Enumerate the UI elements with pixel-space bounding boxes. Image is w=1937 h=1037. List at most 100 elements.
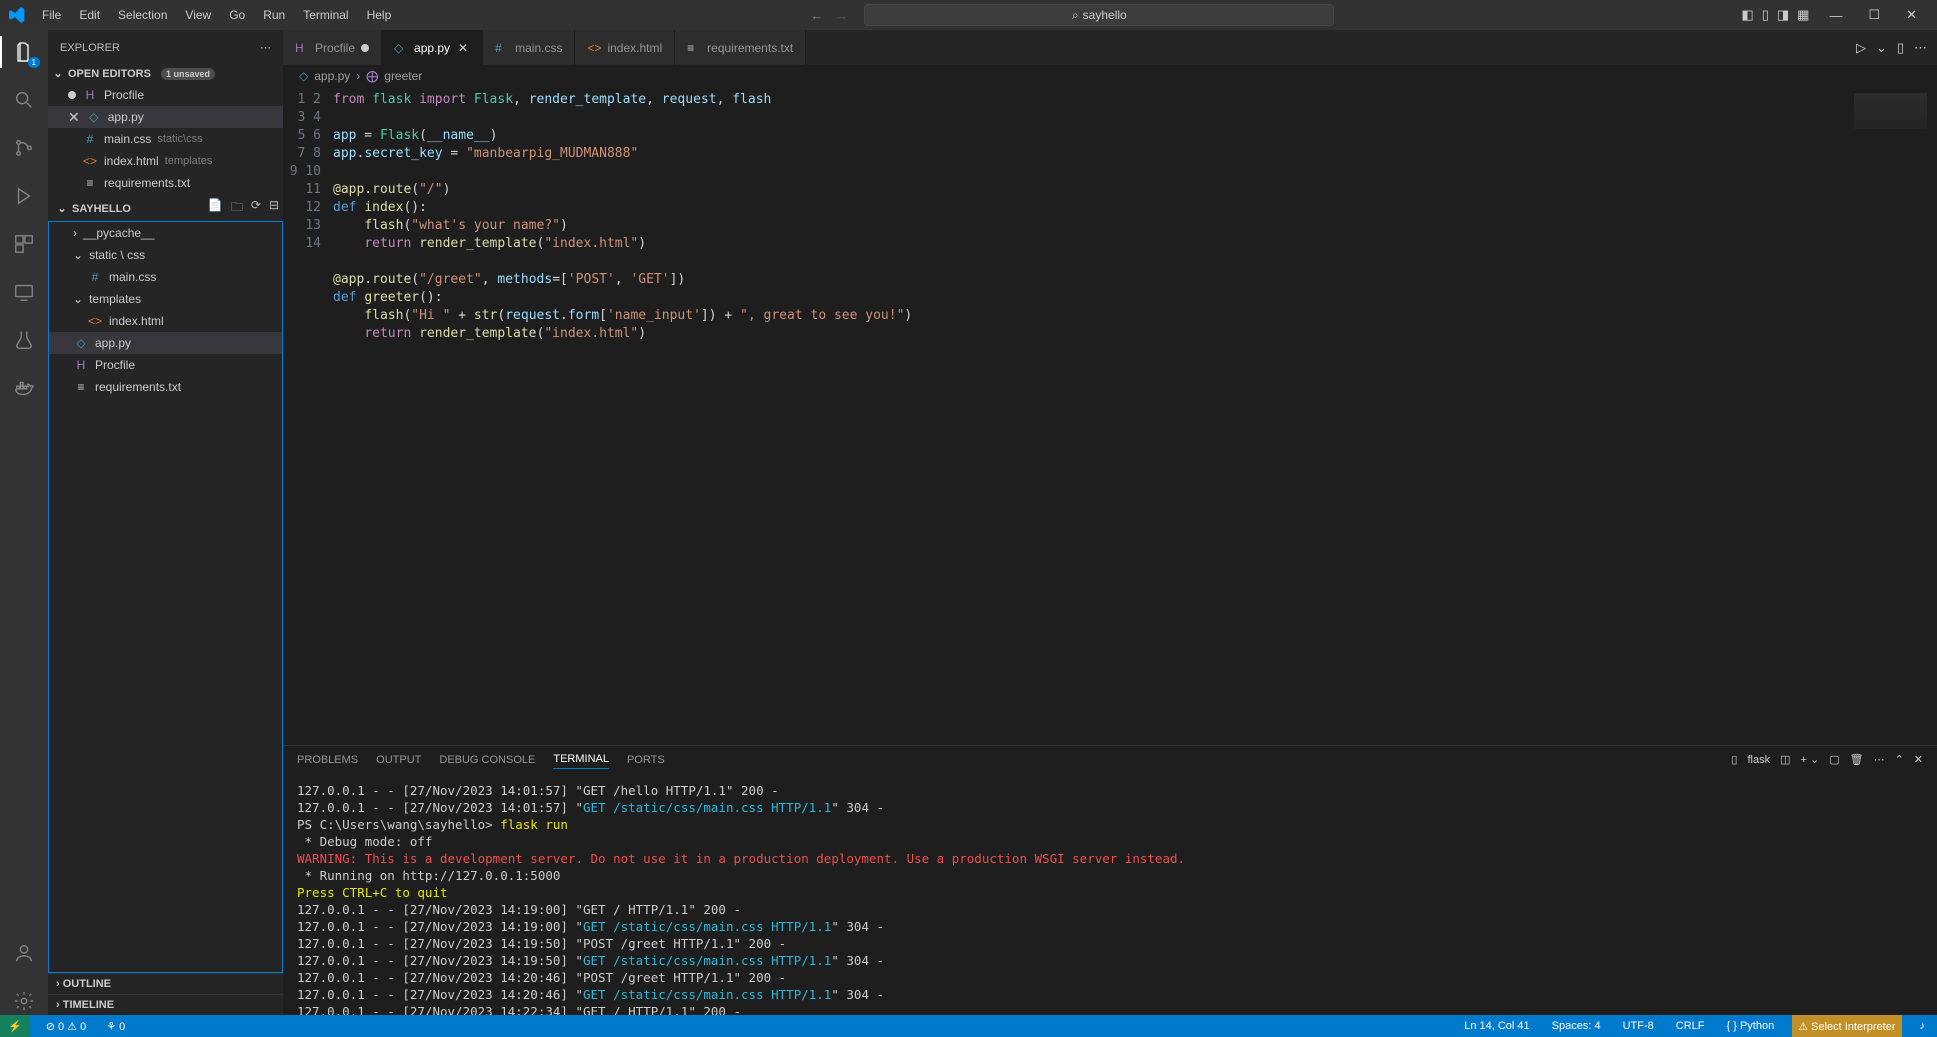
tab-app-py[interactable]: ◇app.py✕ xyxy=(382,30,483,65)
file-item[interactable]: <>index.html xyxy=(49,310,282,332)
nav-arrows: ← → xyxy=(806,4,852,27)
menu-run[interactable]: Run xyxy=(255,4,293,26)
new-folder-icon[interactable]: 🗀 xyxy=(231,198,243,219)
menu-terminal[interactable]: Terminal xyxy=(295,4,356,26)
status-item[interactable]: UTF-8 xyxy=(1619,1020,1658,1032)
file-name: app.py xyxy=(95,336,131,350)
menu-file[interactable]: File xyxy=(34,4,69,26)
file-item[interactable]: #main.css xyxy=(49,266,282,288)
close-tab-icon[interactable]: ✕ xyxy=(456,41,470,55)
menu-selection[interactable]: Selection xyxy=(110,4,175,26)
panel-tab-debug-console[interactable]: DEBUG CONSOLE xyxy=(439,754,535,769)
status-item[interactable]: { } Python xyxy=(1722,1020,1778,1032)
file-type-icon: ◇ xyxy=(394,41,408,55)
panel-tab-problems[interactable]: PROBLEMS xyxy=(297,754,358,769)
search-icon-activity[interactable] xyxy=(10,86,38,114)
tab-main-css[interactable]: #main.css xyxy=(483,30,575,65)
nav-back-icon[interactable]: ← xyxy=(806,4,827,27)
tab-index-html[interactable]: <>index.html xyxy=(575,30,675,65)
terminal-name[interactable]: flask xyxy=(1747,754,1770,769)
open-editor-item[interactable]: HProcfile xyxy=(48,84,283,106)
select-interpreter-warning[interactable]: ⚠ Select Interpreter xyxy=(1792,1015,1901,1037)
tab-Procfile[interactable]: HProcfile xyxy=(283,30,382,65)
testing-icon[interactable] xyxy=(10,326,38,354)
folder-item[interactable]: ⌄static \ css xyxy=(49,244,282,266)
file-item[interactable]: ◇app.py xyxy=(49,332,282,354)
minimap[interactable] xyxy=(1847,87,1937,745)
panel-tab-terminal[interactable]: TERMINAL xyxy=(553,753,609,769)
split-terminal-icon[interactable]: ◫ xyxy=(1780,753,1790,769)
open-editors-header[interactable]: ⌄ OPEN EDITORS 1 unsaved xyxy=(48,65,283,82)
breadcrumbs[interactable]: ◇ app.py › ⨁ greeter xyxy=(283,65,1937,87)
file-name: requirements.txt xyxy=(95,380,181,394)
status-item[interactable]: Ln 14, Col 41 xyxy=(1460,1020,1533,1032)
file-item[interactable]: ≡requirements.txt xyxy=(49,376,282,398)
menu-help[interactable]: Help xyxy=(359,4,400,26)
run-debug-icon[interactable] xyxy=(10,182,38,210)
folder-item[interactable]: ›__pycache__ xyxy=(49,222,282,244)
toggle-panel-bottom-icon[interactable]: ▯ xyxy=(1762,7,1769,23)
open-editor-item[interactable]: ✕◇app.py xyxy=(48,106,283,128)
kill-terminal-icon[interactable]: 🗑 xyxy=(1850,753,1864,769)
open-editor-item[interactable]: ≡requirements.txt xyxy=(48,172,283,194)
source-control-icon[interactable] xyxy=(10,134,38,162)
chevron-up-icon[interactable]: ⌃ xyxy=(1895,753,1904,769)
menu-view[interactable]: View xyxy=(177,4,219,26)
new-terminal-icon[interactable]: + ⌄ xyxy=(1800,753,1819,769)
docker-icon[interactable] xyxy=(10,374,38,402)
notifications-icon[interactable]: ♪ xyxy=(1916,1020,1930,1032)
remote-icon[interactable] xyxy=(10,278,38,306)
more-icon[interactable]: ⋯ xyxy=(1914,40,1927,56)
tab-label: requirements.txt xyxy=(707,41,793,55)
close-icon[interactable]: ✕ xyxy=(68,109,80,126)
title-bar: FileEditSelectionViewGoRunTerminalHelp ←… xyxy=(0,0,1937,30)
minimize-icon[interactable]: — xyxy=(1823,4,1848,27)
more-icon[interactable]: ⋯ xyxy=(1874,753,1885,769)
file-tree: ›__pycache__⌄static \ css#main.css⌄templ… xyxy=(48,221,283,973)
close-icon[interactable]: ✕ xyxy=(1900,3,1923,27)
tab-label: index.html xyxy=(607,41,662,55)
menu-edit[interactable]: Edit xyxy=(71,4,108,26)
status-item[interactable]: Spaces: 4 xyxy=(1548,1020,1605,1032)
open-editor-item[interactable]: <>index.html templates xyxy=(48,150,283,172)
file-item[interactable]: HProcfile xyxy=(49,354,282,376)
file-name: index.html xyxy=(109,314,164,328)
file-type-icon: ≡ xyxy=(687,41,701,55)
toggle-panel-left-icon[interactable]: ◧ xyxy=(1741,7,1753,23)
status-item[interactable]: ⊘ 0 ⚠ 0 xyxy=(42,1020,90,1033)
new-file-icon[interactable]: 📄 xyxy=(208,198,223,219)
terminal-output[interactable]: 127.0.0.1 - - [27/Nov/2023 14:01:57] "GE… xyxy=(283,776,1937,1015)
extensions-icon[interactable] xyxy=(10,230,38,258)
close-panel-icon[interactable]: ✕ xyxy=(1914,753,1923,769)
open-editor-item[interactable]: #main.css static\css xyxy=(48,128,283,150)
panel-tab-ports[interactable]: PORTS xyxy=(627,754,665,769)
activity-bar: 1 xyxy=(0,30,48,1015)
collapse-icon[interactable]: ⊟ xyxy=(269,198,279,219)
maximize-panel-icon[interactable]: ▢ xyxy=(1829,753,1839,769)
folder-item[interactable]: ⌄templates xyxy=(49,288,282,310)
timeline-header[interactable]: › TIMELINE xyxy=(48,994,283,1015)
remote-indicator[interactable]: ⚡ xyxy=(0,1015,30,1037)
project-header[interactable]: ⌄ SAYHELLO xyxy=(52,200,135,217)
customize-layout-icon[interactable]: ▦ xyxy=(1797,7,1809,23)
menu-go[interactable]: Go xyxy=(221,4,253,26)
settings-gear-icon[interactable] xyxy=(10,987,38,1015)
outline-header[interactable]: › OUTLINE xyxy=(48,973,283,994)
maximize-icon[interactable]: ☐ xyxy=(1862,3,1886,27)
explorer-icon[interactable]: 1 xyxy=(10,38,38,66)
toggle-panel-right-icon[interactable]: ◨ xyxy=(1777,7,1789,23)
split-editor-icon[interactable]: ▯ xyxy=(1897,40,1904,56)
panel-tab-output[interactable]: OUTPUT xyxy=(376,754,421,769)
refresh-icon[interactable]: ⟳ xyxy=(251,198,261,219)
accounts-icon[interactable] xyxy=(10,939,38,967)
command-center-search[interactable]: ⌕ sayhello xyxy=(864,4,1334,26)
status-item[interactable]: ⚘ 0 xyxy=(102,1020,129,1033)
vscode-logo-icon xyxy=(8,6,26,24)
run-icon[interactable]: ▷ xyxy=(1856,40,1866,56)
code-editor[interactable]: from flask import Flask, render_template… xyxy=(333,87,1847,745)
tab-requirements-txt[interactable]: ≡ requirements.txt xyxy=(675,30,806,65)
explorer-more-icon[interactable]: ⋯ xyxy=(260,41,271,54)
nav-forward-icon[interactable]: → xyxy=(831,4,852,27)
run-menu-icon[interactable]: ⌄ xyxy=(1876,40,1887,56)
status-item[interactable]: CRLF xyxy=(1672,1020,1709,1032)
